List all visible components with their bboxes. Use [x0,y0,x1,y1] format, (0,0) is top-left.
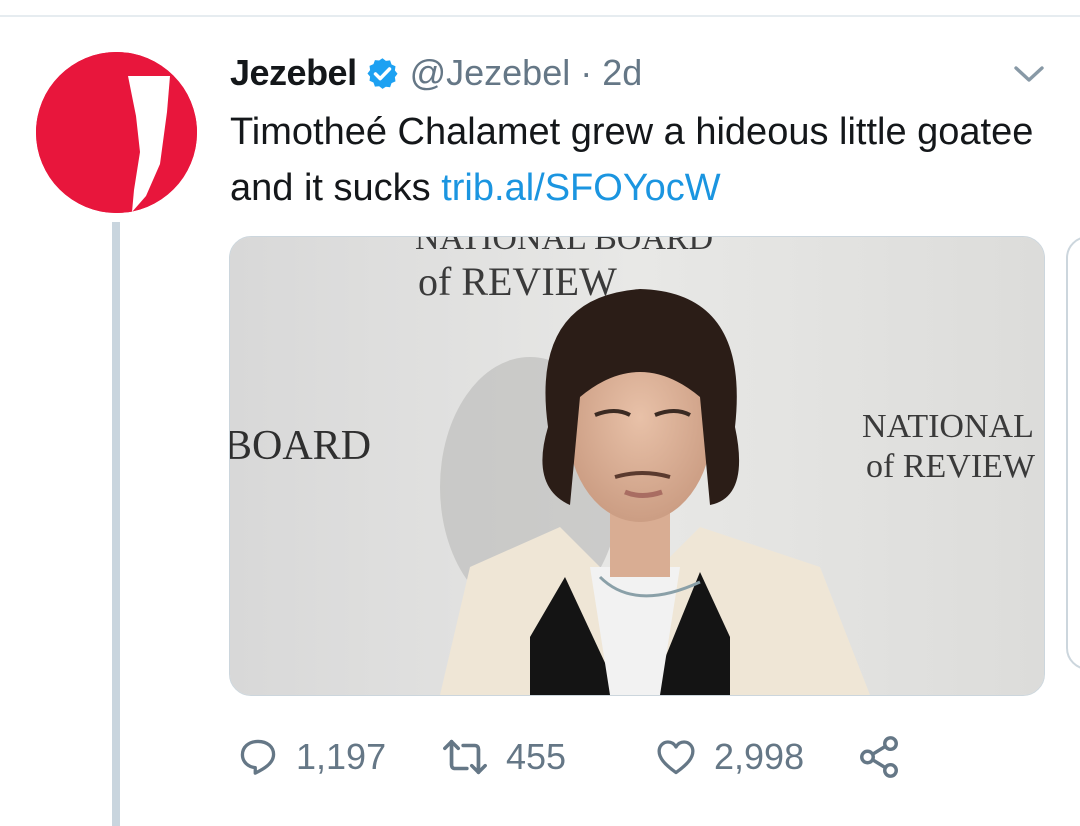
share-icon [860,736,898,778]
verified-badge-icon [365,56,400,91]
tweet-text: Timotheé Chalamet grew a hideous little … [230,104,1060,216]
tweet-screen: J Jezebel @Jezebel · 2d Timotheé Chalame… [0,0,1080,826]
jezebel-logo-icon: J [36,52,197,213]
like-button[interactable]: 2,998 [654,730,804,784]
heart-icon [657,740,695,775]
tweet-actions: 1,197 455 2,998 [236,730,936,784]
reply-button[interactable]: 1,197 [236,730,386,784]
avatar[interactable]: J [36,52,197,213]
sign-top-line-2: of REVIEW [418,259,617,304]
next-card-edge [1066,236,1080,670]
retweet-count: 455 [506,736,567,777]
sign-right-line-1: NATIONAL [862,408,1034,445]
top-divider [0,15,1080,17]
display-name[interactable]: Jezebel [230,52,357,94]
svg-text:J: J [36,52,44,56]
like-count: 2,998 [714,736,805,777]
share-button[interactable] [856,730,902,784]
separator-dot: · [580,52,593,93]
retweet-icon [443,739,487,775]
timestamp[interactable]: 2d [602,52,642,94]
chevron-down-icon[interactable] [1012,62,1046,86]
tweet-photo[interactable]: NATIONAL BOARD of REVIEW BOARD NATIONAL … [229,236,1045,696]
reply-count: 1,197 [296,736,387,777]
sign-right-line-2: of REVIEW [866,448,1036,485]
tweet-link[interactable]: trib.al/SFOYocW [441,167,720,209]
thread-line [112,222,120,826]
reply-icon [240,739,276,775]
photo-illustration: NATIONAL BOARD of REVIEW BOARD NATIONAL … [230,237,1044,695]
retweet-button[interactable]: 455 [440,730,566,784]
sign-left: BOARD [230,423,371,469]
sign-top-line-1: NATIONAL BOARD [415,237,713,257]
tweet-header: Jezebel @Jezebel · 2d [230,48,642,98]
handle[interactable]: @Jezebel [410,52,571,94]
